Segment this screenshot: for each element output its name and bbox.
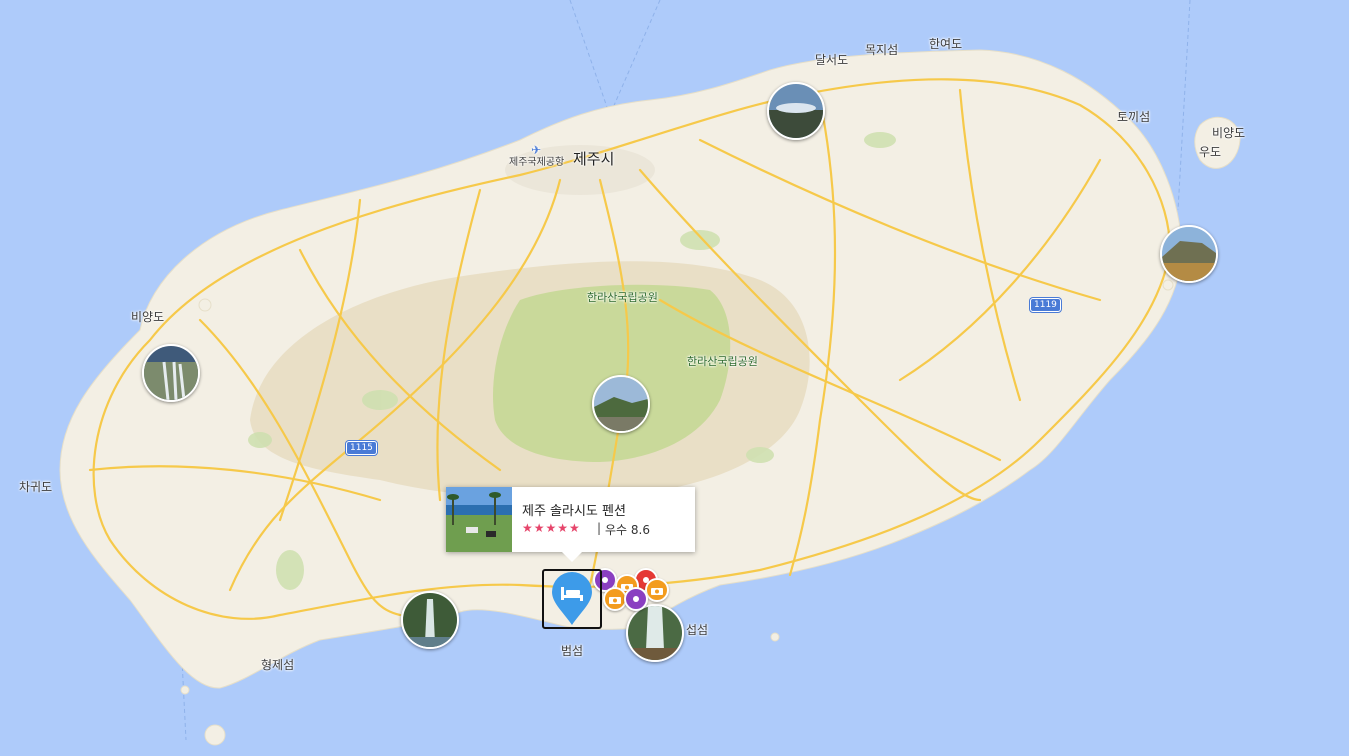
hotel-name: 제주 솔라시도 펜션 <box>522 504 626 519</box>
label-udo: 우도 <box>1199 145 1222 159</box>
photo-marker-south[interactable] <box>626 604 684 662</box>
hotel-thumbnail <box>446 487 512 552</box>
photo-marker-southwest[interactable] <box>401 591 459 649</box>
label-beomseom: 범섬 <box>561 644 584 658</box>
label-hanyeodo: 한여도 <box>929 37 963 51</box>
selected-hotel-marker[interactable] <box>542 569 602 629</box>
label-airport: 제주국제공항 <box>509 157 565 168</box>
photo-thumbnail <box>628 606 682 660</box>
label-park-1: 한라산국립공원 <box>587 291 658 304</box>
photo-thumbnail <box>1162 227 1216 281</box>
photo-marker-east[interactable] <box>1160 225 1218 283</box>
label-mokjiseom: 목지섬 <box>865 43 899 57</box>
camera-icon[interactable] <box>645 578 669 602</box>
photo-thumbnail <box>403 593 457 647</box>
label-tokkiseom: 토끼섬 <box>1117 110 1151 124</box>
hotel-popup[interactable]: 제주 솔라시도 펜션 ★★★★★ | 우수 8.6 <box>446 487 695 562</box>
star-rating: ★★★★★ <box>522 521 581 535</box>
rating-score: 우수 8.6 <box>605 523 650 537</box>
photo-marker-north[interactable] <box>767 82 825 140</box>
star-icons: ★★★★★ <box>522 521 581 535</box>
label-seopseom: 섭섬 <box>686 623 709 637</box>
bed-pin-icon <box>552 572 592 625</box>
photo-marker-west[interactable] <box>142 344 200 402</box>
photo-thumbnail <box>769 84 823 138</box>
label-jeju-city: 제주시 <box>573 150 615 168</box>
road-shield-1115: 1115 <box>346 441 377 455</box>
photo-marker-hallasan[interactable] <box>592 375 650 433</box>
label-biyangdo-west: 비양도 <box>131 310 165 324</box>
label-biyangdo-east: 비양도 <box>1212 126 1246 140</box>
label-dalseodo: 달서도 <box>815 53 849 67</box>
label-chagwido: 차귀도 <box>19 480 53 494</box>
label-park-2: 한라산국립공원 <box>687 355 758 368</box>
sight-pin-icon[interactable] <box>624 587 648 611</box>
photo-thumbnail <box>144 346 198 400</box>
photo-thumbnail <box>594 377 648 431</box>
label-hyeongjeseom: 형제섬 <box>261 658 295 672</box>
rating-separator: | <box>597 521 602 535</box>
road-shield-1119: 1119 <box>1030 298 1061 312</box>
